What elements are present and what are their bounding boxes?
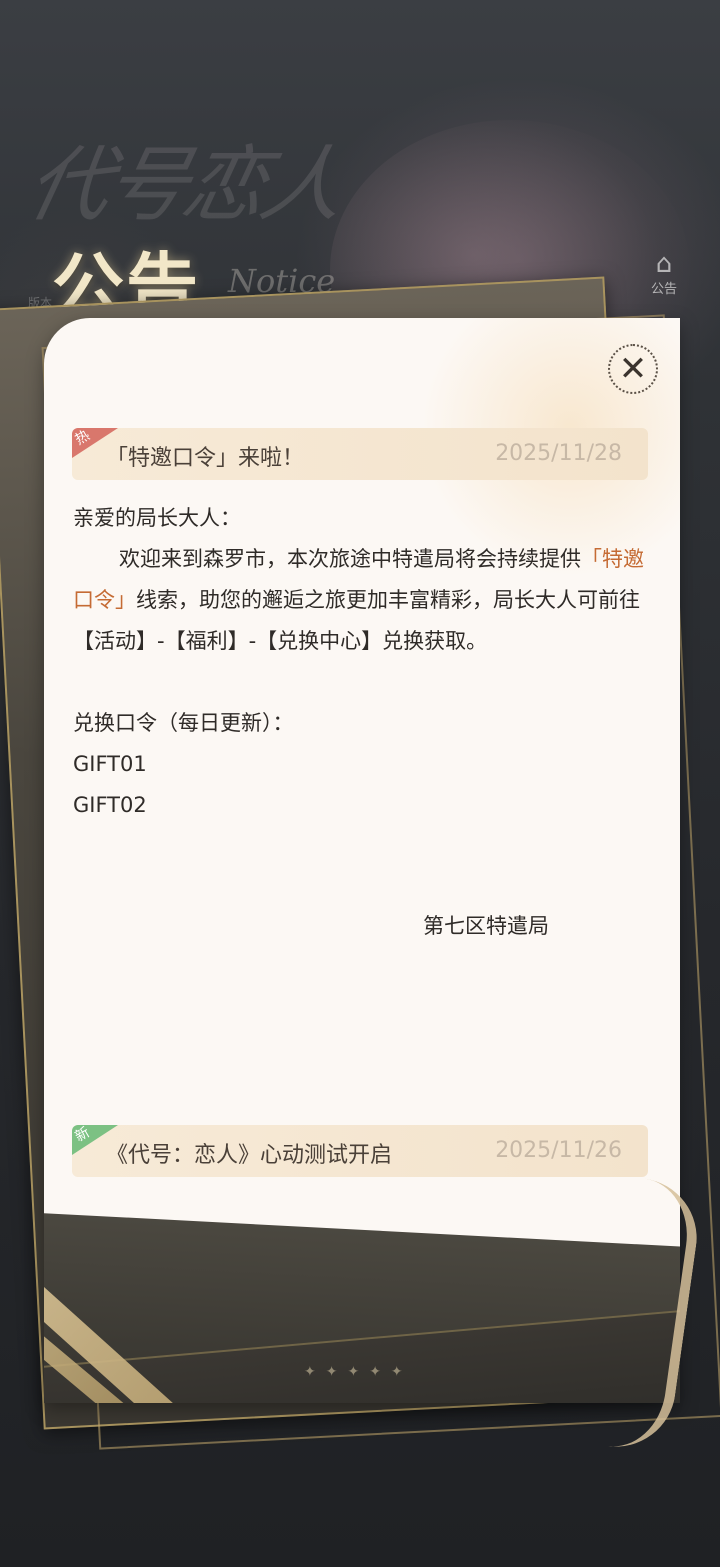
game-logo: 代号恋人 bbox=[18, 138, 351, 233]
body-paragraph: 欢迎来到森罗市，本次旅途中特遣局将会持续提供「特邀口令」线索，助您的邂逅之旅更加… bbox=[73, 539, 653, 662]
codes-label: 兑换口令（每日更新）： bbox=[73, 711, 294, 735]
notice-item-hot[interactable]: 热 「特邀口令」来啦！ 2025/11/28 bbox=[72, 428, 648, 480]
side-notice-button[interactable]: ⌂ 公告 bbox=[644, 250, 684, 297]
notice-title: 《代号：恋人》心动测试开启 bbox=[106, 1143, 393, 1168]
body-text-1: 欢迎来到森罗市，本次旅途中特遣局将会持续提供 bbox=[119, 547, 581, 571]
notice-card: ✕ 热 「特邀口令」来啦！ 2025/11/28 亲爱的局长大人： 欢迎来到森罗… bbox=[44, 318, 680, 1403]
notice-title: 「特邀口令」来啦！ bbox=[106, 446, 305, 471]
notice-board-icon: ⌂ bbox=[655, 249, 673, 279]
notice-item-new[interactable]: 新 《代号：恋人》心动测试开启 2025/11/26 bbox=[72, 1125, 648, 1177]
side-notice-label: 公告 bbox=[650, 282, 677, 297]
close-button[interactable]: ✕ bbox=[608, 344, 658, 394]
star-ornament-icon: ✦✦✦✦✦ bbox=[304, 1364, 413, 1380]
notice-date: 2025/11/26 bbox=[495, 1138, 622, 1163]
body-text-2: 线索，助您的邂逅之旅更加丰富精彩，局长大人可前往【活动】-【福利】-【兑换中心】… bbox=[73, 588, 640, 653]
notice-date: 2025/11/28 bbox=[495, 441, 622, 466]
code-item: GIFT02 bbox=[73, 793, 147, 817]
code-item: GIFT01 bbox=[73, 752, 147, 776]
signature: 第七区特遣局 bbox=[423, 914, 549, 938]
close-x-icon: ✕ bbox=[618, 349, 648, 389]
notice-content: 亲爱的局长大人： 欢迎来到森罗市，本次旅途中特遣局将会持续提供「特邀口令」线索，… bbox=[73, 498, 653, 947]
greeting: 亲爱的局长大人： bbox=[73, 506, 241, 530]
